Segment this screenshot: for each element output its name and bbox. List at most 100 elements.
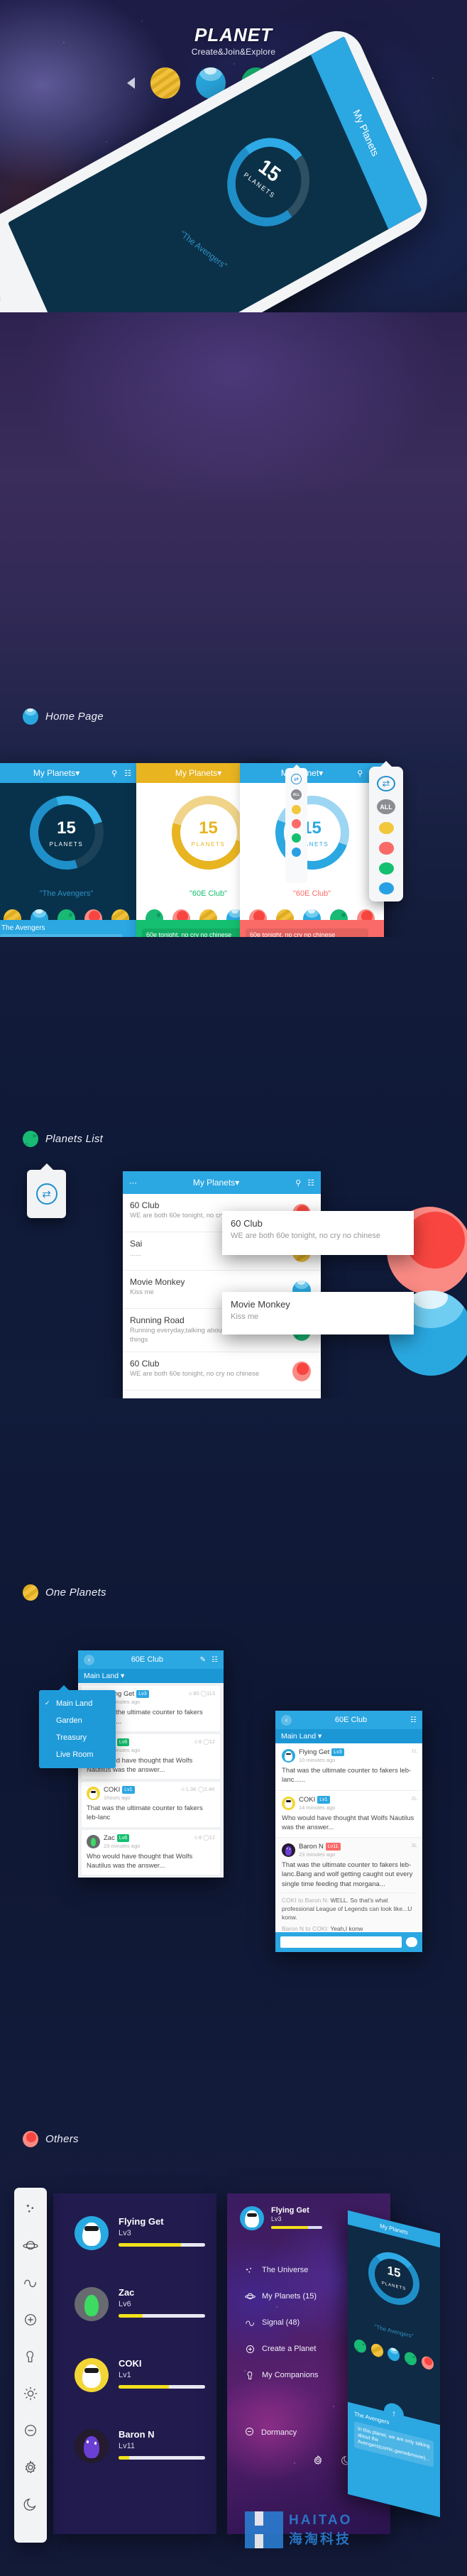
sparkle-icon xyxy=(244,2264,256,2276)
all-filter-button[interactable]: ALL xyxy=(291,789,302,800)
post-card[interactable]: 2L COKI Lv1 14 minutes ago Who would have… xyxy=(275,1790,422,1838)
color-filter-red[interactable] xyxy=(378,842,394,855)
swap-icon[interactable]: ⇄ xyxy=(291,774,302,784)
planet-yellow-icon xyxy=(370,2342,383,2359)
post-author: Flying Get Lv3 xyxy=(299,1748,344,1756)
avatar[interactable] xyxy=(282,1749,295,1763)
grid-icon[interactable]: ☷ xyxy=(307,1178,314,1188)
avatar[interactable] xyxy=(282,1843,295,1858)
post-stats: ☺80 ◯113 xyxy=(187,1690,215,1697)
phone-speaker xyxy=(0,252,3,305)
post-card[interactable]: ☺1.3K ◯2.4K COKI Lv1 1hours ago That was … xyxy=(82,1782,220,1827)
avatar[interactable] xyxy=(87,1834,100,1848)
planet-icon[interactable] xyxy=(22,2237,39,2254)
color-filter-blue[interactable] xyxy=(292,848,301,857)
hero-nav-title: My Planets xyxy=(351,107,382,158)
search-icon[interactable]: ⚲ xyxy=(111,769,117,778)
dropdown-item-live-room[interactable]: Live Room xyxy=(39,1746,116,1763)
menu-item-my-planets[interactable]: My Planets (15) xyxy=(244,2291,318,2302)
search-icon[interactable]: ⚲ xyxy=(295,1178,301,1188)
plus-circle-icon[interactable] xyxy=(22,2311,39,2328)
nav-title[interactable]: My Planets▾ xyxy=(1,768,111,778)
avatar[interactable] xyxy=(75,2358,109,2392)
minus-circle-icon[interactable] xyxy=(22,2422,39,2439)
list-item[interactable]: COKI Lv1 xyxy=(75,2355,209,2401)
screen-nav-bar: ⋯ My Planets▾ ⚲ ☷ xyxy=(123,1171,321,1194)
dropdown-item-garden[interactable]: Garden xyxy=(39,1712,116,1729)
color-filter-green[interactable] xyxy=(378,862,394,875)
avatar[interactable] xyxy=(87,1787,100,1801)
nav-title[interactable]: My Planets▾ xyxy=(143,768,253,778)
menu-item-my-companions[interactable]: My Companions xyxy=(244,2369,318,2381)
list-item-detail-card[interactable]: 60 Club WE are both 60e tonight, no cry … xyxy=(222,1211,414,1255)
planet-title: 60E Club xyxy=(334,1716,368,1724)
color-filter-red[interactable] xyxy=(292,819,301,828)
back-icon[interactable]: ‹ xyxy=(281,1714,292,1726)
search-icon[interactable]: ⚲ xyxy=(357,769,363,778)
color-filter-yellow[interactable] xyxy=(378,822,394,835)
post-text: That was the ultimate counter to fakers … xyxy=(282,1767,412,1785)
menu-item-create-a-planet[interactable]: Create a Planet xyxy=(244,2343,318,2355)
table-row[interactable]: 60 Club WE are both 60e tonight, no cry … xyxy=(123,1352,321,1391)
menu-item-signal[interactable]: Signal (48) xyxy=(244,2317,318,2328)
land-selector[interactable]: Main Land ▾ xyxy=(78,1669,224,1683)
card-title: The Avengers xyxy=(1,924,45,932)
companion-icon[interactable] xyxy=(22,2348,39,2365)
showcase-page: PLANET Create&Join&Explore 15 PLANETS "T… xyxy=(0,0,467,2576)
swap-icon[interactable]: ⇄ xyxy=(35,1183,57,1205)
dropdown-item-main-land[interactable]: Main Land xyxy=(39,1695,116,1712)
color-filter-yellow[interactable] xyxy=(292,805,301,814)
list-item[interactable]: Zac Lv6 xyxy=(75,2284,209,2330)
land-selector[interactable]: Main Land ▾ xyxy=(275,1729,422,1743)
planet-count: 15 PLANETS xyxy=(38,820,95,850)
color-filter-blue[interactable] xyxy=(378,882,394,895)
back-icon[interactable]: ‹ xyxy=(84,1654,94,1665)
signal-icon[interactable] xyxy=(22,2274,39,2291)
grid-icon[interactable]: ☷ xyxy=(410,1716,417,1724)
user-profile[interactable]: Flying Get Lv3 xyxy=(240,2206,322,2230)
more-icon[interactable]: ⋯ xyxy=(129,1178,137,1188)
land-dropdown-menu: Main Land Garden Treasury Live Room xyxy=(39,1685,116,1768)
sun-icon[interactable] xyxy=(22,2385,39,2402)
grid-icon[interactable]: ☷ xyxy=(211,1656,218,1664)
list-item[interactable]: Baron N Lv11 xyxy=(75,2426,209,2472)
post-card[interactable]: 3L Baron N Lv11 23 minutes ago That was t… xyxy=(275,1838,422,1947)
moon-icon[interactable] xyxy=(22,2496,39,2513)
avatar[interactable] xyxy=(282,1796,295,1810)
grid-icon[interactable]: ☷ xyxy=(124,769,131,778)
nav-title[interactable]: My Planets▾ xyxy=(137,1178,295,1188)
carousel-prev-arrow-icon[interactable] xyxy=(127,77,135,89)
swap-icon[interactable]: ⇄ xyxy=(377,776,395,791)
screen-nav-bar: My Planets▾ ⚲ ☷ xyxy=(0,763,138,783)
chat-icon[interactable] xyxy=(406,1937,417,1947)
planet-icon xyxy=(244,2291,256,2302)
menu-item-the-universe[interactable]: The Universe xyxy=(244,2264,318,2276)
all-filter-button[interactable]: ALL xyxy=(377,799,395,815)
dropdown-item-treasury[interactable]: Treasury xyxy=(39,1729,116,1746)
gear-icon[interactable] xyxy=(22,2459,39,2476)
sparkle-icon[interactable] xyxy=(22,2200,39,2218)
companion-icon xyxy=(244,2369,256,2381)
planet-red-icon xyxy=(292,1361,311,1382)
comment-input[interactable] xyxy=(280,1936,402,1948)
menu-item-dormancy[interactable]: Dormancy xyxy=(244,2426,297,2439)
post-time: 10 minutes ago xyxy=(299,1757,336,1763)
color-filter-dock: ⇄ ALL xyxy=(369,761,403,901)
color-filter-green[interactable] xyxy=(292,833,301,843)
avatar[interactable] xyxy=(75,2216,109,2250)
reply-who: Baron N to COKI: xyxy=(282,1924,329,1932)
post-card[interactable]: ☺8 ◯12 ZacLv6 23 minutes ago Who would h… xyxy=(82,1829,220,1875)
list-item[interactable]: Flying Get Lv3 xyxy=(75,2213,209,2259)
signal-icon xyxy=(244,2317,256,2328)
avatar[interactable] xyxy=(75,2287,109,2321)
avatar[interactable] xyxy=(75,2429,109,2463)
section-dot-yellow-icon xyxy=(23,1584,38,1601)
post-stats: ☺8 ◯12 xyxy=(193,1834,215,1841)
avatar[interactable] xyxy=(240,2206,264,2230)
post-card[interactable]: 1L Flying Get Lv3 10 minutes ago That was… xyxy=(275,1743,422,1791)
planet-yellow-icon[interactable] xyxy=(150,67,180,99)
gear-icon[interactable] xyxy=(312,2455,324,2470)
list-item-detail-card[interactable]: Movie Monkey Kiss me xyxy=(222,1292,414,1334)
level-badge: Lv11 xyxy=(325,1843,341,1851)
edit-icon[interactable]: ✎ xyxy=(200,1656,206,1664)
